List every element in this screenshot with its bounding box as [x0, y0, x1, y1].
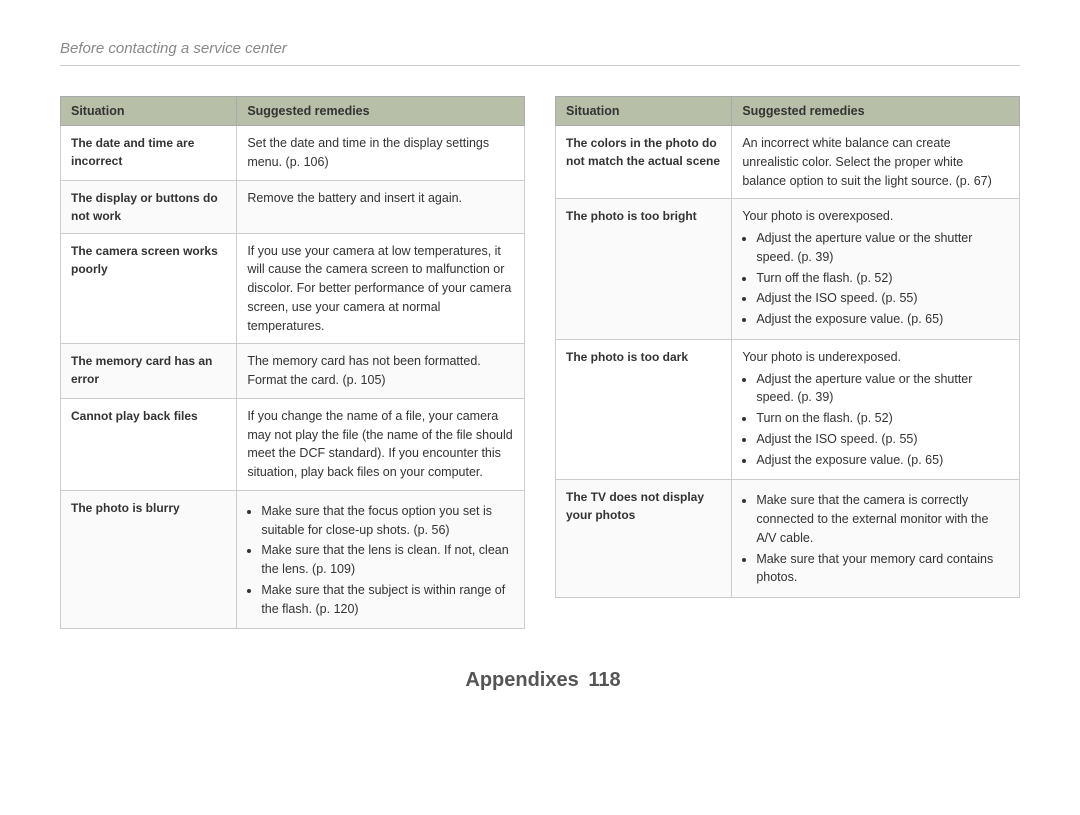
table-row: The TV does not display your photos Make …	[556, 480, 1020, 598]
list-item: Adjust the exposure value. (p. 65)	[756, 451, 1009, 470]
remedy-text: If you change the name of a file, your c…	[247, 407, 514, 482]
table-row: The date and time are incorrect Set the d…	[61, 126, 525, 181]
situation-cell: The photo is too dark	[556, 339, 732, 480]
remedy-text: Remove the battery and insert it again.	[247, 189, 514, 208]
left-table: Situation Suggested remedies The date an…	[60, 96, 525, 629]
table-row: The camera screen works poorlyIf you use…	[61, 233, 525, 344]
table-row: The display or buttons do not work Remove…	[61, 180, 525, 233]
list-item: Make sure that the camera is correctly c…	[756, 491, 1009, 547]
table-row: The memory card has an error The memory c…	[61, 344, 525, 399]
right-col-remedies: Suggested remedies	[732, 97, 1020, 126]
list-item: Make sure that the focus option you set …	[261, 502, 514, 540]
footer-text: Appendixes	[465, 669, 578, 691]
list-item: Make sure that the lens is clean. If not…	[261, 541, 514, 579]
list-item: Adjust the ISO speed. (p. 55)	[756, 289, 1009, 308]
list-item: Adjust the aperture value or the shutter…	[756, 229, 1009, 267]
left-col-situation: Situation	[61, 97, 237, 126]
remedy-cell: The memory card has not been formatted. …	[237, 344, 525, 399]
list-item: Adjust the exposure value. (p. 65)	[756, 310, 1009, 329]
table-row: The photo is too darkYour photo is under…	[556, 339, 1020, 480]
remedy-cell: Make sure that the focus option you set …	[237, 490, 525, 629]
remedy-text: An incorrect white balance can create un…	[742, 134, 1009, 190]
footer-page: 118	[588, 669, 620, 691]
list-item: Turn on the flash. (p. 52)	[756, 409, 1009, 428]
list-item: Adjust the aperture value or the shutter…	[756, 370, 1009, 408]
remedy-text: Your photo is underexposed.	[742, 348, 1009, 367]
remedy-cell: An incorrect white balance can create un…	[732, 126, 1020, 199]
table-row: The colors in the photo do not match the…	[556, 126, 1020, 199]
table-row: The photo is blurry Make sure that the fo…	[61, 490, 525, 629]
remedy-cell: Your photo is overexposed. Adjust the ape…	[732, 199, 1020, 340]
remedy-cell: Make sure that the camera is correctly c…	[732, 480, 1020, 598]
situation-cell: The photo is too bright	[556, 199, 732, 340]
page-title: Before contacting a service center	[60, 40, 1020, 66]
remedy-cell: If you use your camera at low temperatur…	[237, 233, 525, 344]
situation-cell: The memory card has an error	[61, 344, 237, 399]
remedy-cell: Set the date and time in the display set…	[237, 126, 525, 181]
situation-cell: The colors in the photo do not match the…	[556, 126, 732, 199]
situation-cell: The display or buttons do not work	[61, 180, 237, 233]
remedy-cell: If you change the name of a file, your c…	[237, 398, 525, 490]
page-footer: Appendixes 118	[60, 669, 1020, 692]
remedy-cell: Remove the battery and insert it again.	[237, 180, 525, 233]
list-item: Make sure that your memory card contains…	[756, 550, 1009, 588]
right-table: Situation Suggested remedies The colors …	[555, 96, 1020, 629]
remedy-text: Your photo is overexposed.	[742, 207, 1009, 226]
right-col-situation: Situation	[556, 97, 732, 126]
list-item: Adjust the ISO speed. (p. 55)	[756, 430, 1009, 449]
remedy-cell: Your photo is underexposed. Adjust the ap…	[732, 339, 1020, 480]
situation-cell: The photo is blurry	[61, 490, 237, 629]
list-item: Make sure that the subject is within ran…	[261, 581, 514, 619]
situation-cell: Cannot play back files	[61, 398, 237, 490]
situation-cell: The camera screen works poorly	[61, 233, 237, 344]
table-row: The photo is too brightYour photo is ove…	[556, 199, 1020, 340]
situation-cell: The TV does not display your photos	[556, 480, 732, 598]
left-col-remedies: Suggested remedies	[237, 97, 525, 126]
list-item: Turn off the flash. (p. 52)	[756, 269, 1009, 288]
remedy-text: Set the date and time in the display set…	[247, 134, 514, 172]
remedy-text: If you use your camera at low temperatur…	[247, 242, 514, 336]
table-row: Cannot play back filesIf you change the …	[61, 398, 525, 490]
situation-cell: The date and time are incorrect	[61, 126, 237, 181]
remedy-text: The memory card has not been formatted. …	[247, 352, 514, 390]
